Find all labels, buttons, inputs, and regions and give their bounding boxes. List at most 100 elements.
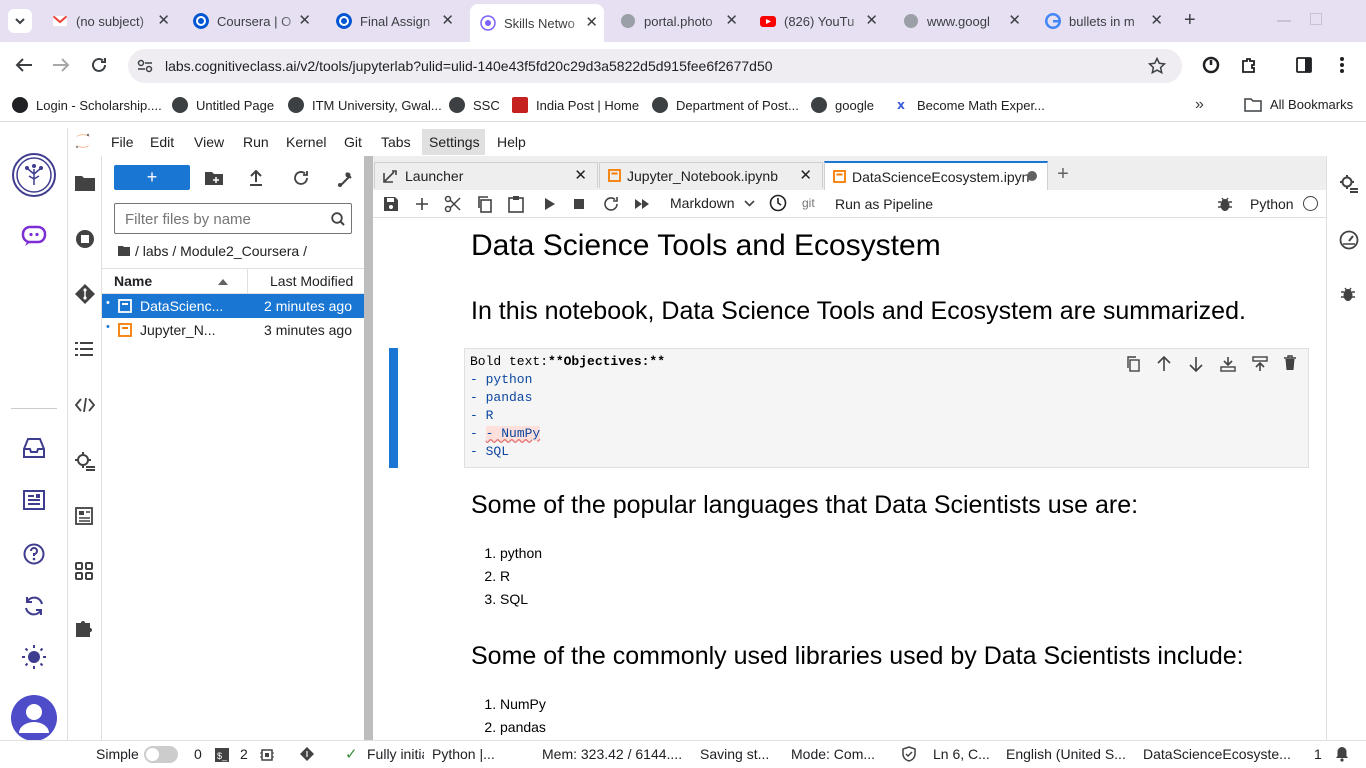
puzzle-extension-icon[interactable] — [74, 618, 94, 638]
menu-settings[interactable]: Settings — [429, 134, 480, 150]
run-as-pipeline-button[interactable]: Run as Pipeline — [835, 196, 933, 212]
reload-icon[interactable] — [90, 56, 108, 74]
notification-count[interactable]: 1 — [1314, 746, 1322, 762]
theme-sun-icon[interactable] — [22, 645, 46, 669]
breadcrumb-path[interactable]: / labs / Module2_Coursera / — [135, 243, 307, 259]
sort-up-icon[interactable] — [218, 279, 228, 285]
file-row-selected[interactable]: • DataScienc... 2 minutes ago — [102, 294, 364, 318]
extension-sync-icon[interactable] — [1202, 56, 1220, 74]
kernel-name[interactable]: Python — [1250, 196, 1294, 212]
move-up-icon[interactable] — [1157, 356, 1171, 372]
gauge-icon[interactable] — [1339, 230, 1359, 250]
clock-icon[interactable] — [769, 194, 787, 212]
close-icon[interactable]: ✕ — [298, 13, 311, 29]
bookmark-star-icon[interactable] — [1148, 57, 1166, 75]
menu-tabs[interactable]: Tabs — [381, 134, 411, 150]
delete-cell-icon[interactable] — [1283, 355, 1297, 371]
panel-splitter[interactable] — [364, 156, 373, 740]
minimize-button[interactable] — [1277, 20, 1291, 22]
upload-icon[interactable] — [249, 170, 263, 186]
git-icon[interactable] — [299, 746, 315, 762]
kernels-count[interactable]: 2 — [240, 746, 248, 762]
duplicate-cell-icon[interactable] — [1126, 356, 1140, 372]
address-bar[interactable]: labs.cognitiveclass.ai/v2/tools/jupyterl… — [128, 49, 1182, 83]
chat-bot-icon[interactable] — [21, 225, 47, 247]
more-bookmarks-icon[interactable]: » — [1195, 96, 1204, 114]
maximize-button[interactable] — [1310, 13, 1322, 25]
trusted-shield-icon[interactable] — [901, 746, 917, 762]
avatar[interactable] — [11, 695, 57, 741]
forward-arrow-icon[interactable] — [52, 57, 70, 73]
more-vert-icon[interactable] — [1339, 56, 1345, 74]
markdown-edit-cell[interactable]: Bold text:**Objectives:** - python - pan… — [464, 348, 1309, 468]
add-tab-button[interactable]: + — [1050, 163, 1076, 187]
close-icon[interactable]: ✕ — [157, 13, 170, 29]
all-bookmarks[interactable]: All Bookmarks — [1244, 97, 1353, 112]
notebook-mode[interactable]: Mode: Com... — [791, 746, 875, 762]
property-inspector-icon[interactable] — [1339, 174, 1359, 194]
back-arrow-icon[interactable] — [15, 57, 33, 73]
refresh-icon[interactable] — [293, 170, 309, 186]
doc-tab-active[interactable]: DataScienceEcosystem.ipyn — [824, 161, 1048, 190]
help-icon[interactable] — [23, 543, 45, 565]
menu-file[interactable]: File — [111, 134, 134, 150]
new-folder-icon[interactable] — [205, 171, 223, 185]
insert-above-icon[interactable] — [1252, 356, 1268, 372]
menu-view[interactable]: View — [194, 134, 224, 150]
close-icon[interactable]: ✕ — [865, 13, 878, 29]
browser-tab[interactable]: bullets in m ✕ — [1045, 8, 1169, 34]
browser-tab[interactable]: (826) YouTu ✕ — [760, 8, 884, 34]
cursor-position[interactable]: Ln 6, C... — [933, 746, 990, 762]
debugger-bug-icon[interactable] — [1339, 285, 1357, 303]
copy-icon[interactable] — [476, 195, 494, 213]
browser-tab-active[interactable]: Skills Netwo ✕ — [470, 4, 604, 42]
bookmark-item[interactable]: ITM University, Gwal... — [288, 97, 442, 113]
code-icon[interactable] — [75, 398, 95, 412]
new-tab-button[interactable]: + — [1184, 10, 1196, 30]
git-icon[interactable] — [74, 283, 96, 305]
lsp-status[interactable]: Fully initialized — [367, 746, 424, 762]
browser-tab[interactable]: www.googl ✕ — [903, 8, 1027, 34]
table-of-contents-icon[interactable] — [75, 342, 93, 356]
home-folder-icon[interactable] — [118, 246, 130, 256]
browser-tab[interactable]: Coursera | O ✕ — [193, 8, 317, 34]
inbox-icon[interactable] — [22, 437, 46, 459]
terminals-count[interactable]: 0 — [194, 746, 202, 762]
side-panel-icon[interactable] — [1296, 57, 1312, 73]
column-header-name[interactable]: Name — [114, 273, 152, 289]
cut-icon[interactable] — [444, 195, 462, 213]
menu-help[interactable]: Help — [497, 134, 526, 150]
extensions-puzzle-icon[interactable] — [1240, 56, 1258, 74]
new-launcher-button[interactable]: + — [114, 165, 190, 190]
debugger-bug-icon[interactable] — [1216, 195, 1234, 213]
skills-network-logo[interactable] — [11, 152, 57, 198]
menu-edit[interactable]: Edit — [150, 134, 174, 150]
close-icon[interactable]: ✕ — [574, 166, 587, 184]
folder-icon[interactable] — [75, 175, 95, 191]
browser-tab[interactable]: (no subject) ✕ — [52, 8, 176, 34]
menu-kernel[interactable]: Kernel — [286, 134, 326, 150]
doc-tab-notebook[interactable]: Jupyter_Notebook.ipynb ✕ — [599, 162, 823, 188]
refresh-sync-icon[interactable] — [23, 595, 45, 617]
close-icon[interactable]: ✕ — [725, 13, 738, 29]
bookmark-item[interactable]: India Post | Home — [512, 97, 639, 113]
unsaved-dot-icon[interactable] — [1027, 171, 1037, 181]
close-icon[interactable]: ✕ — [1150, 13, 1163, 29]
stop-icon[interactable] — [570, 195, 588, 213]
column-header-modified[interactable]: Last Modified — [270, 273, 353, 289]
simple-mode-toggle[interactable] — [144, 746, 178, 763]
bookmark-item[interactable]: google — [811, 97, 874, 113]
menu-run[interactable]: Run — [243, 134, 269, 150]
site-info-icon[interactable] — [137, 59, 153, 73]
close-icon[interactable]: ✕ — [1008, 13, 1021, 29]
bookmark-item[interactable]: ⅹ Become Math Exper... — [893, 97, 1045, 113]
extension-manager-icon[interactable] — [75, 507, 93, 525]
file-row[interactable]: • Jupyter_N... 3 minutes ago — [102, 318, 364, 342]
kernel-status[interactable]: Python |... — [432, 746, 495, 762]
news-icon[interactable] — [23, 490, 45, 510]
network-nodes-icon[interactable] — [75, 562, 93, 580]
bookmark-item[interactable]: Login - Scholarship.... — [12, 97, 162, 113]
bookmark-item[interactable]: SSC — [449, 97, 500, 113]
add-cell-icon[interactable] — [413, 195, 431, 213]
tab-search-button[interactable] — [8, 9, 32, 33]
